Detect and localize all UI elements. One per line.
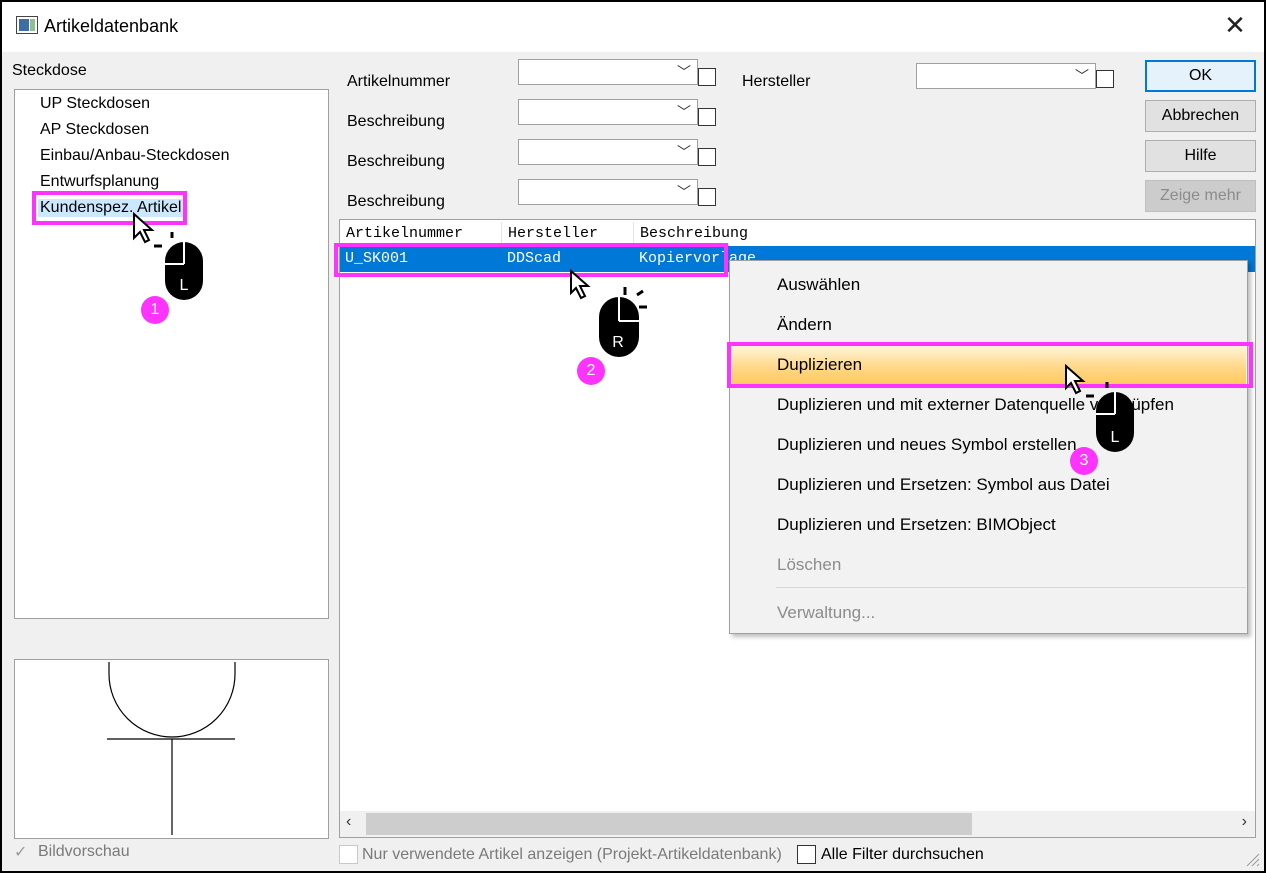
beschreibung-checkbox-2[interactable]: [698, 148, 716, 166]
horizontal-scrollbar[interactable]: ‹ ›: [340, 811, 1255, 837]
tree-item-ap-steckdosen[interactable]: AP Steckdosen: [40, 121, 149, 139]
menu-item-auswaehlen[interactable]: Auswählen: [777, 275, 860, 295]
hersteller-label: Hersteller: [742, 73, 811, 90]
highlight-box-row: [334, 243, 728, 277]
menu-item-duplizieren-datei[interactable]: Duplizieren und Ersetzen: Symbol aus Dat…: [777, 475, 1110, 495]
scroll-right-icon[interactable]: ›: [1242, 813, 1247, 831]
menu-item-duplizieren-bimobject[interactable]: Duplizieren und Ersetzen: BIMObject: [777, 515, 1056, 535]
artikelnummer-checkbox[interactable]: [698, 68, 716, 86]
step-badge-1: 1: [141, 296, 169, 324]
beschreibung-label-3: Beschreibung: [347, 193, 445, 210]
chevron-down-icon: ﹀: [677, 64, 691, 80]
artikeldatenbank-dialog: Artikeldatenbank ✕ Steckdose UP Steckdos…: [0, 0, 1266, 873]
beschreibung-combo-2[interactable]: ﹀: [518, 139, 698, 165]
hilfe-button[interactable]: Hilfe: [1145, 140, 1256, 172]
ok-button[interactable]: OK: [1145, 60, 1256, 92]
tree-item-up-steckdosen[interactable]: UP Steckdosen: [40, 95, 150, 113]
chevron-down-icon: ﹀: [1075, 68, 1089, 84]
menu-item-aendern[interactable]: Ändern: [777, 315, 832, 335]
chevron-down-icon: ﹀: [677, 104, 691, 120]
close-icon[interactable]: ✕: [1220, 10, 1250, 40]
beschreibung-combo-3[interactable]: ﹀: [518, 179, 698, 205]
resize-grip-icon[interactable]: [1244, 851, 1260, 867]
step-badge-3: 3: [1070, 447, 1098, 475]
nur-verwendete-checkbox[interactable]: [339, 845, 358, 864]
category-tree[interactable]: UP Steckdosen AP Steckdosen Einbau/Anbau…: [14, 89, 329, 619]
chevron-down-icon: ﹀: [677, 184, 691, 200]
symbol-preview: [14, 659, 329, 839]
beschreibung-combo-1[interactable]: ﹀: [518, 99, 698, 125]
artikelnummer-combo[interactable]: ﹀: [518, 59, 698, 85]
tree-header: Steckdose: [12, 62, 87, 79]
app-icon: [16, 16, 38, 34]
menu-item-verwaltung[interactable]: Verwaltung...: [777, 603, 875, 623]
chevron-down-icon: ﹀: [677, 144, 691, 160]
left-click-mouse-icon-2: L: [1065, 364, 1134, 452]
alle-filter-checkbox[interactable]: [797, 845, 816, 864]
bildvorschau-checkbox[interactable]: ✓: [14, 842, 27, 862]
tree-item-entwurfsplanung[interactable]: Entwurfsplanung: [40, 173, 159, 191]
left-click-mouse-icon: L: [133, 212, 203, 300]
svg-text:L: L: [180, 277, 189, 294]
beschreibung-label-1: Beschreibung: [347, 113, 445, 130]
socket-symbol-drawing: [107, 662, 236, 835]
menu-separator: [776, 587, 1246, 588]
hersteller-combo[interactable]: ﹀: [916, 63, 1096, 89]
step-badge-2: 2: [577, 357, 605, 385]
svg-text:R: R: [612, 334, 624, 351]
beschreibung-label-2: Beschreibung: [347, 153, 445, 170]
artikelnummer-label: Artikelnummer: [347, 73, 451, 90]
svg-text:L: L: [1111, 429, 1120, 446]
abbrechen-button[interactable]: Abbrechen: [1145, 100, 1256, 132]
right-click-mouse-icon: R: [570, 268, 647, 357]
beschreibung-checkbox-1[interactable]: [698, 108, 716, 126]
highlight-box-menu-item: [727, 342, 1253, 388]
context-menu: Auswählen Ändern Duplizieren Duplizieren…: [729, 260, 1248, 634]
bildvorschau-label: Bildvorschau: [38, 843, 130, 860]
scrollbar-thumb[interactable]: [366, 813, 972, 835]
beschreibung-checkbox-3[interactable]: [698, 188, 716, 206]
menu-item-loeschen[interactable]: Löschen: [777, 555, 841, 575]
hersteller-checkbox[interactable]: [1096, 70, 1114, 88]
tree-item-einbau-anbau[interactable]: Einbau/Anbau-Steckdosen: [40, 147, 229, 165]
zeige-mehr-button[interactable]: Zeige mehr: [1145, 180, 1256, 212]
window-title: Artikeldatenbank: [44, 16, 179, 36]
menu-item-duplizieren-symbol[interactable]: Duplizieren und neues Symbol erstellen: [777, 435, 1077, 455]
nur-verwendete-label: Nur verwendete Artikel anzeigen (Projekt…: [362, 846, 782, 863]
scroll-left-icon[interactable]: ‹: [346, 813, 351, 831]
alle-filter-label: Alle Filter durchsuchen: [821, 846, 984, 863]
title-bar: Artikeldatenbank ✕: [2, 2, 1264, 52]
